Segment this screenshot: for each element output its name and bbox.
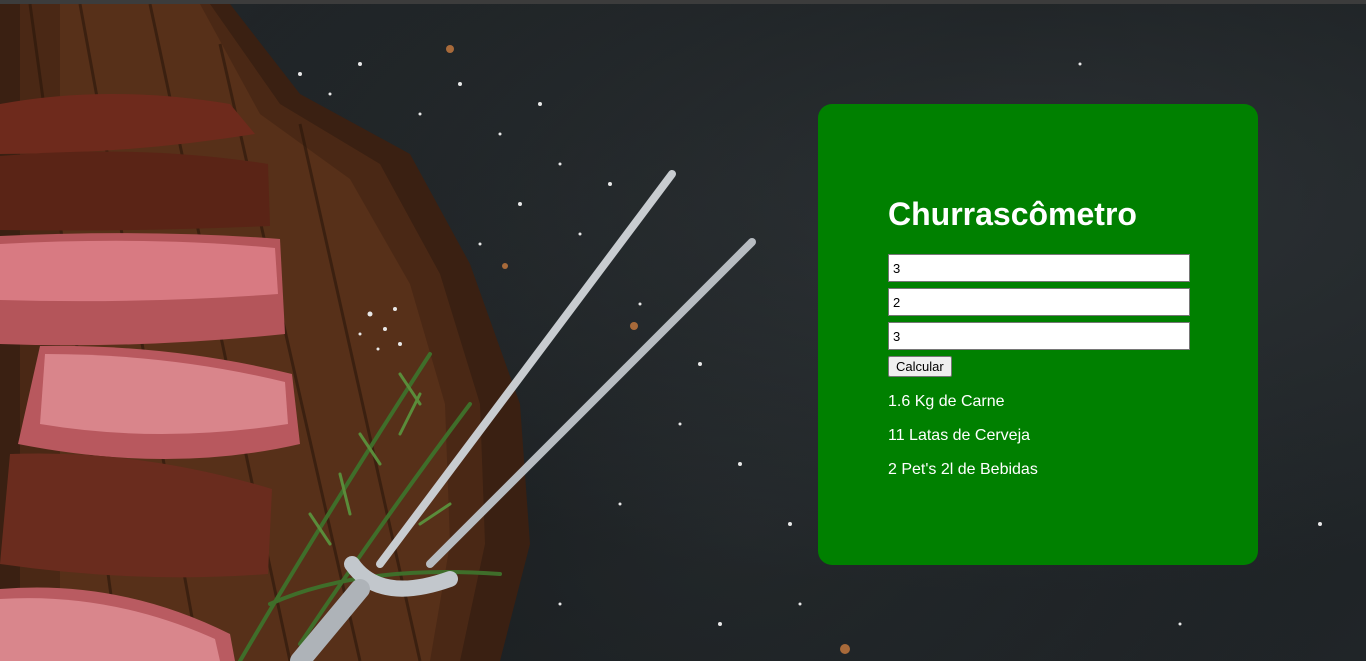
calculator-card: Churrascômetro Calcular 1.6 Kg de Carne … <box>818 104 1258 565</box>
result-meat: 1.6 Kg de Carne <box>888 393 1005 410</box>
children-input[interactable] <box>888 288 1190 316</box>
adults-input[interactable] <box>888 254 1190 282</box>
calculate-button[interactable]: Calcular <box>888 356 952 377</box>
duration-input[interactable] <box>888 322 1190 350</box>
result-drinks: 2 Pet's 2l de Bebidas <box>888 461 1038 478</box>
page-title: Churrascômetro <box>888 196 1137 232</box>
result-beer: 11 Latas de Cerveja <box>888 427 1031 444</box>
